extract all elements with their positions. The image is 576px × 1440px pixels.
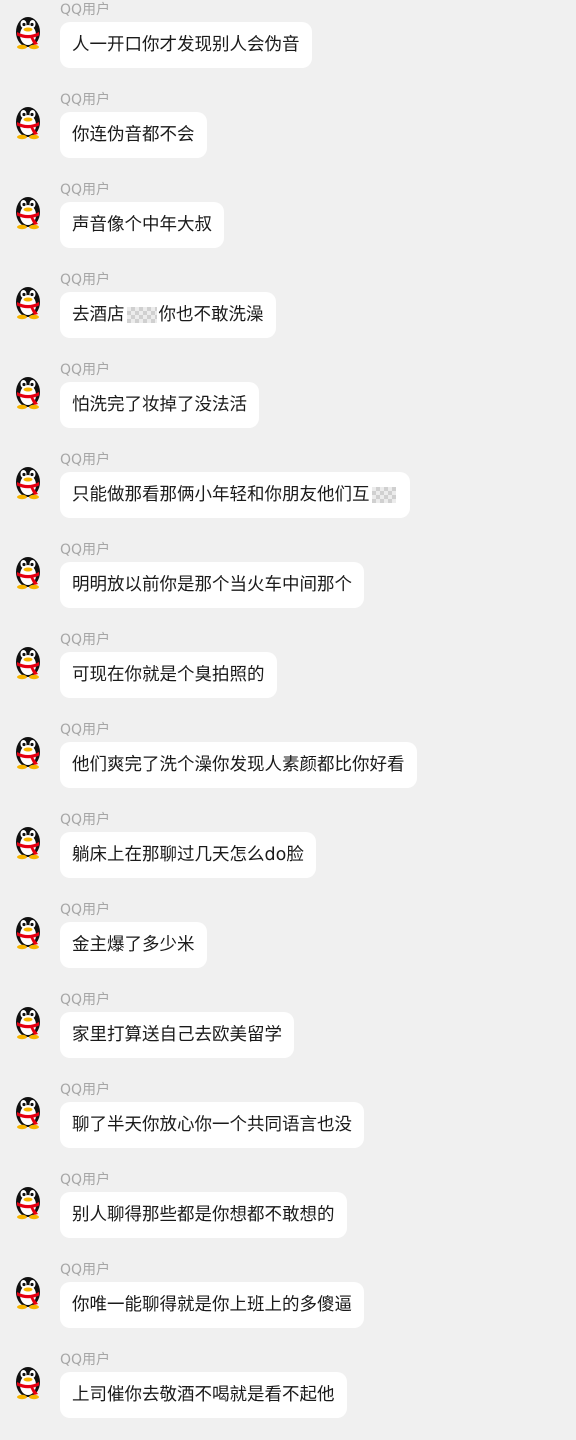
message-text: 可现在你就是个臭拍照的 bbox=[72, 665, 265, 685]
message-text-continued: 你也不敢洗澡 bbox=[158, 305, 264, 325]
sender-name: QQ用户 bbox=[60, 2, 111, 18]
message-bubble[interactable]: 他们爽完了洗个澡你发现人素颜都比你好看 bbox=[60, 742, 417, 788]
message-text: 躺床上在那聊过几天怎么do脸 bbox=[72, 845, 304, 865]
qq-penguin-avatar-icon[interactable] bbox=[8, 100, 48, 140]
chat-message: QQ用户 明明放以前你是那个当火车中间那个 bbox=[0, 540, 576, 630]
sender-name: QQ用户 bbox=[60, 812, 111, 828]
message-bubble[interactable]: 去酒店 你也不敢洗澡 bbox=[60, 292, 276, 338]
message-bubble[interactable]: 躺床上在那聊过几天怎么do脸 bbox=[60, 832, 316, 878]
sender-name: QQ用户 bbox=[60, 632, 111, 648]
message-bubble[interactable]: 可现在你就是个臭拍照的 bbox=[60, 652, 277, 698]
chat-message: QQ用户 他们爽完了洗个澡你发现人素颜都比你好看 bbox=[0, 720, 576, 810]
qq-penguin-avatar-icon[interactable] bbox=[8, 1180, 48, 1220]
qq-penguin-avatar-icon[interactable] bbox=[8, 370, 48, 410]
message-bubble[interactable]: 家里打算送自己去欧美留学 bbox=[60, 1012, 294, 1058]
chat-message: QQ用户 去酒店 你也不敢洗澡 bbox=[0, 270, 576, 360]
message-bubble[interactable]: 怕洗完了妆掉了没法活 bbox=[60, 382, 259, 428]
qq-penguin-avatar-icon[interactable] bbox=[8, 730, 48, 770]
message-bubble[interactable]: 人一开口你才发现别人会伪音 bbox=[60, 22, 312, 68]
chat-message: QQ用户 金主爆了多少米 bbox=[0, 900, 576, 990]
chat-message: QQ用户 你唯一能聊得就是你上班上的多傻逼 bbox=[0, 1260, 576, 1350]
sender-name: QQ用户 bbox=[60, 1352, 111, 1368]
message-text: 金主爆了多少米 bbox=[72, 935, 195, 955]
qq-penguin-avatar-icon[interactable] bbox=[8, 1090, 48, 1130]
chat-message: QQ用户 聊了半天你放心你一个共同语言也没 bbox=[0, 1080, 576, 1170]
qq-penguin-avatar-icon[interactable] bbox=[8, 640, 48, 680]
sender-name: QQ用户 bbox=[60, 1172, 111, 1188]
message-text: 只能做那看那俩小年轻和你朋友他们互 bbox=[72, 485, 370, 505]
message-text: 人一开口你才发现别人会伪音 bbox=[72, 35, 300, 55]
sender-name: QQ用户 bbox=[60, 272, 111, 288]
chat-message: QQ用户 声音像个中年大叔 bbox=[0, 180, 576, 270]
sender-name: QQ用户 bbox=[60, 992, 111, 1008]
sender-name: QQ用户 bbox=[60, 722, 111, 738]
message-bubble[interactable]: 你连伪音都不会 bbox=[60, 112, 207, 158]
qq-penguin-avatar-icon[interactable] bbox=[8, 820, 48, 860]
sender-name: QQ用户 bbox=[60, 362, 111, 378]
message-text: 去酒店 bbox=[72, 305, 125, 325]
chat-message: QQ用户 怕洗完了妆掉了没法活 bbox=[0, 360, 576, 450]
chat-message: QQ用户 家里打算送自己去欧美留学 bbox=[0, 990, 576, 1080]
message-text: 声音像个中年大叔 bbox=[72, 215, 212, 235]
sender-name: QQ用户 bbox=[60, 92, 111, 108]
message-bubble[interactable]: 上司催你去敬酒不喝就是看不起他 bbox=[60, 1372, 347, 1418]
message-text: 聊了半天你放心你一个共同语言也没 bbox=[72, 1115, 352, 1135]
sender-name: QQ用户 bbox=[60, 1262, 111, 1278]
sender-name: QQ用户 bbox=[60, 542, 111, 558]
chat-history: QQ用户 人一开口你才发现别人会伪音 QQ用户 你连伪音都不会 QQ用户 声音像… bbox=[0, 0, 576, 1440]
sender-name: QQ用户 bbox=[60, 1082, 111, 1098]
chat-message: QQ用户 躺床上在那聊过几天怎么do脸 bbox=[0, 810, 576, 900]
message-text: 上司催你去敬酒不喝就是看不起他 bbox=[72, 1385, 335, 1405]
sender-name: QQ用户 bbox=[60, 182, 111, 198]
chat-message: QQ用户 可现在你就是个臭拍照的 bbox=[0, 630, 576, 720]
message-text: 明明放以前你是那个当火车中间那个 bbox=[72, 575, 352, 595]
message-bubble[interactable]: 明明放以前你是那个当火车中间那个 bbox=[60, 562, 364, 608]
message-text: 家里打算送自己去欧美留学 bbox=[72, 1025, 282, 1045]
message-bubble[interactable]: 你唯一能聊得就是你上班上的多傻逼 bbox=[60, 1282, 364, 1328]
message-text: 怕洗完了妆掉了没法活 bbox=[72, 395, 247, 415]
qq-penguin-avatar-icon[interactable] bbox=[8, 1360, 48, 1400]
chat-message: QQ用户 别人聊得那些都是你想都不敢想的 bbox=[0, 1170, 576, 1260]
qq-penguin-avatar-icon[interactable] bbox=[8, 1270, 48, 1310]
message-text: 你唯一能聊得就是你上班上的多傻逼 bbox=[72, 1295, 352, 1315]
qq-penguin-avatar-icon[interactable] bbox=[8, 460, 48, 500]
qq-penguin-avatar-icon[interactable] bbox=[8, 280, 48, 320]
qq-penguin-avatar-icon[interactable] bbox=[8, 910, 48, 950]
message-bubble[interactable]: 别人聊得那些都是你想都不敢想的 bbox=[60, 1192, 347, 1238]
qq-penguin-avatar-icon[interactable] bbox=[8, 190, 48, 230]
sender-name: QQ用户 bbox=[60, 902, 111, 918]
message-bubble[interactable]: 金主爆了多少米 bbox=[60, 922, 207, 968]
qq-penguin-avatar-icon[interactable] bbox=[8, 550, 48, 590]
qq-penguin-avatar-icon[interactable] bbox=[8, 10, 48, 50]
chat-message: QQ用户 只能做那看那俩小年轻和你朋友他们互 bbox=[0, 450, 576, 540]
chat-message: QQ用户 你连伪音都不会 bbox=[0, 90, 576, 180]
chat-message: QQ用户 人一开口你才发现别人会伪音 bbox=[0, 0, 576, 90]
message-bubble[interactable]: 只能做那看那俩小年轻和你朋友他们互 bbox=[60, 472, 410, 518]
message-bubble[interactable]: 聊了半天你放心你一个共同语言也没 bbox=[60, 1102, 364, 1148]
message-text: 他们爽完了洗个澡你发现人素颜都比你好看 bbox=[72, 755, 405, 775]
censor-mosaic bbox=[371, 487, 396, 503]
sender-name: QQ用户 bbox=[60, 452, 111, 468]
message-text: 别人聊得那些都是你想都不敢想的 bbox=[72, 1205, 335, 1225]
message-bubble[interactable]: 声音像个中年大叔 bbox=[60, 202, 224, 248]
qq-penguin-avatar-icon[interactable] bbox=[8, 1000, 48, 1040]
censor-mosaic bbox=[126, 307, 157, 323]
message-text: 你连伪音都不会 bbox=[72, 125, 195, 145]
chat-message: QQ用户 上司催你去敬酒不喝就是看不起他 bbox=[0, 1350, 576, 1440]
